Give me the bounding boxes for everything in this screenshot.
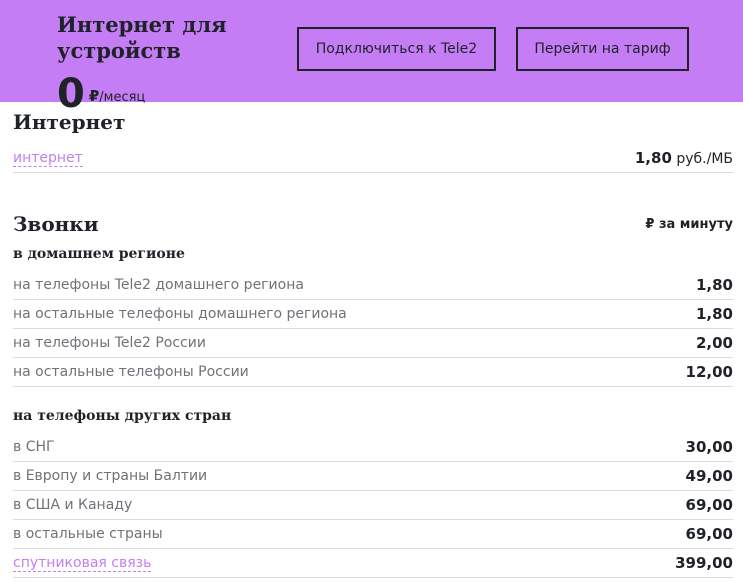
home-region-rates: на телефоны Tele2 домашнего региона 1,80… — [13, 271, 733, 387]
rate-row: на телефоны Tele2 России 2,00 — [13, 329, 733, 358]
internet-price-unit: руб./МБ — [676, 151, 733, 167]
rate-value: 2,00 — [695, 334, 733, 352]
tariff-price: 0 ₽/месяц — [57, 72, 145, 116]
price-value: 0 — [57, 71, 85, 117]
connect-tele2-button[interactable]: Подключиться к Tele2 — [297, 27, 496, 71]
rate-value: 12,00 — [685, 363, 733, 381]
rate-value: 69,00 — [685, 525, 733, 543]
rate-row: спутниковая связь 399,00 — [13, 549, 733, 578]
other-countries-rates: в СНГ 30,00 в Европу и страны Балтии 49,… — [13, 433, 733, 578]
satellite-link[interactable]: спутниковая связь — [13, 555, 152, 572]
rate-row: в СНГ 30,00 — [13, 433, 733, 462]
rate-label: на телефоны Tele2 домашнего региона — [13, 277, 304, 293]
rate-label: на остальные телефоны России — [13, 364, 249, 380]
tariff-title: Интернет для устройств — [57, 12, 227, 63]
rate-row: на остальные телефоны России 12,00 — [13, 358, 733, 387]
price-period: /месяц — [99, 90, 146, 105]
rate-value: 30,00 — [685, 438, 733, 456]
rate-label: в США и Канаду — [13, 497, 133, 513]
rate-row: в остальные страны 69,00 — [13, 520, 733, 549]
calls-header: Звонки ₽ за минуту — [13, 212, 733, 236]
rate-row: на телефоны Tele2 домашнего региона 1,80 — [13, 271, 733, 300]
rate-row: на остальные телефоны домашнего региона … — [13, 300, 733, 329]
rate-label: в Европу и страны Балтии — [13, 468, 208, 484]
tariff-page: Интернет для устройств Подключиться к Te… — [0, 0, 743, 582]
rate-value: 69,00 — [685, 496, 733, 514]
calls-unit: ₽ за минуту — [645, 216, 733, 232]
price-unit: ₽/месяц — [88, 87, 146, 105]
rate-value: 49,00 — [685, 467, 733, 485]
ruble-sign: ₽ — [88, 87, 100, 105]
other-countries-heading: на телефоны других стран — [13, 408, 232, 424]
rate-row: в США и Канаду 69,00 — [13, 491, 733, 520]
rate-label: на остальные телефоны домашнего региона — [13, 306, 347, 322]
rate-value: 1,80 — [695, 276, 733, 294]
switch-tariff-button[interactable]: Перейти на тариф — [516, 27, 689, 71]
home-region-heading: в домашнем регионе — [13, 246, 185, 262]
rate-row: в Европу и страны Балтии 49,00 — [13, 462, 733, 491]
calls-heading: Звонки — [13, 212, 99, 236]
internet-rate-row: интернет 1,80 руб./МБ — [13, 144, 733, 173]
internet-price-value: 1,80 — [634, 149, 672, 167]
rate-value: 399,00 — [675, 554, 733, 572]
rate-value: 1,80 — [695, 305, 733, 323]
internet-price: 1,80 руб./МБ — [635, 149, 733, 167]
rate-label: в СНГ — [13, 439, 55, 455]
rate-label: на телефоны Tele2 России — [13, 335, 206, 351]
internet-link[interactable]: интернет — [13, 150, 83, 167]
rate-label: в остальные страны — [13, 526, 163, 542]
